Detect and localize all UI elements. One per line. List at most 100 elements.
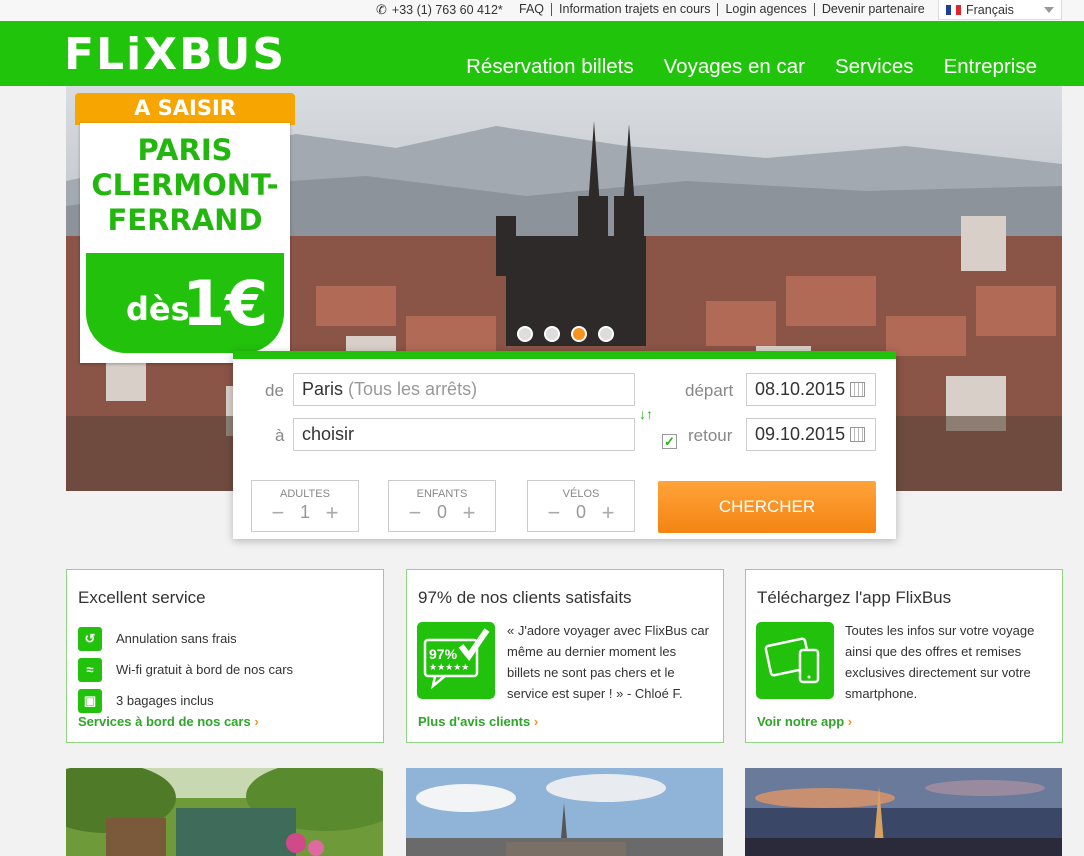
calendar-icon[interactable] <box>850 382 865 397</box>
link-become-partner[interactable]: Devenir partenaire <box>813 3 932 16</box>
adults-value: 1 <box>299 502 310 522</box>
promo-city-2a: CLERMONT- <box>91 168 279 202</box>
departure-label: départ <box>685 381 734 400</box>
search-button[interactable]: CHERCHER <box>658 481 876 533</box>
feature-item: ↺ Annulation sans frais <box>78 623 293 654</box>
main-header: FLiXBUS Réservation billets Voyages en c… <box>0 21 1084 86</box>
promo-route: PARIS CLERMONT- FERRAND <box>80 133 290 238</box>
departure-date-input[interactable]: 08.10.2015 <box>746 373 876 406</box>
return-date: 09.10.2015 <box>755 424 846 444</box>
from-label: de <box>265 381 284 400</box>
adults-plus-button[interactable]: + <box>324 501 340 523</box>
promo-city-1: PARIS <box>137 133 233 167</box>
language-selector[interactable]: Français <box>938 0 1062 20</box>
from-hint: (Tous les arrêts) <box>348 379 478 399</box>
promo-price: dès 1€ <box>86 253 284 353</box>
adults-counter: ADULTES − 1 + <box>251 480 359 532</box>
luggage-icon: ▣ <box>78 688 102 713</box>
chevron-right-icon: › <box>254 714 259 729</box>
phone-number: +33 (1) 763 60 412* <box>391 3 503 17</box>
bikes-value: 0 <box>575 502 586 522</box>
promo-amount: 1€ <box>182 267 269 340</box>
from-input[interactable]: Paris (Tous les arrêts) <box>293 373 635 406</box>
children-label: ENFANTS <box>416 488 468 500</box>
nav-entreprise[interactable]: Entreprise <box>944 55 1037 79</box>
rating-percent: 97% <box>429 646 458 662</box>
carousel-dot-1[interactable] <box>517 326 533 342</box>
service-card: Excellent service ↺ Annulation sans frai… <box>66 569 384 743</box>
utility-bar: ✆ +33 (1) 763 60 412* FAQ Information tr… <box>0 0 1084 21</box>
destination-thumbnail-bordeaux[interactable] <box>745 768 1062 856</box>
phone-contact[interactable]: ✆ +33 (1) 763 60 412* <box>376 2 503 18</box>
services-link[interactable]: Services à bord de nos cars › <box>78 714 259 729</box>
feature-item: ≈ Wi-fi gratuit à bord de nos cars <box>78 654 293 685</box>
phone-icon: ✆ <box>376 2 387 17</box>
return-label: retour <box>688 426 733 445</box>
main-nav: Réservation billets Voyages en car Servi… <box>466 55 1037 79</box>
feature-text: 3 bagages inclus <box>116 693 214 708</box>
rating-stars: ★★★★★ <box>429 662 470 672</box>
devices-icon <box>756 622 834 699</box>
from-value: Paris <box>302 379 344 399</box>
to-label: à <box>275 426 285 445</box>
promo-ribbon: A SAISIR <box>75 93 295 125</box>
utility-links: FAQ Information trajets en cours Login a… <box>519 2 932 16</box>
promo-city-2b: FERRAND <box>107 203 263 237</box>
wifi-icon: ≈ <box>78 657 102 682</box>
chevron-right-icon: › <box>533 714 539 729</box>
app-description: Toutes les infos sur votre voyage ainsi … <box>845 623 1035 701</box>
app-card: Téléchargez l'app FlixBus Toutes les inf… <box>745 569 1063 743</box>
bikes-plus-button[interactable]: + <box>600 501 616 523</box>
bikes-label: VÉLOS <box>562 488 600 500</box>
carousel-dot-3[interactable] <box>571 326 587 342</box>
bikes-counter: VÉLOS − 0 + <box>527 480 635 532</box>
search-panel: de Paris (Tous les arrêts) à choisir ↓↑ … <box>233 351 896 539</box>
carousel-dots <box>517 326 614 342</box>
children-counter: ENFANTS − 0 + <box>388 480 496 532</box>
return-date-input[interactable]: 09.10.2015 <box>746 418 876 451</box>
promo-from: dès <box>126 290 190 328</box>
destination-thumbnail-brussels[interactable] <box>406 768 723 856</box>
bikes-minus-button[interactable]: − <box>546 501 562 523</box>
children-plus-button[interactable]: + <box>461 501 477 523</box>
link-agency-login[interactable]: Login agences <box>717 3 813 16</box>
feature-text: Annulation sans frais <box>116 631 237 646</box>
app-link[interactable]: Voir notre app › <box>757 714 852 729</box>
reviews-card: 97% de nos clients satisfaits 97% ★★★★★ … <box>406 569 724 743</box>
promo-badge[interactable]: A SAISIR PARIS CLERMONT- FERRAND dès 1€ <box>74 93 296 365</box>
flixbus-logo[interactable]: FLiXBUS <box>64 31 286 79</box>
link-trip-info[interactable]: Information trajets en cours <box>551 3 717 16</box>
carousel-dot-2[interactable] <box>544 326 560 342</box>
departure-date: 08.10.2015 <box>755 379 846 399</box>
language-label: Français <box>966 2 1014 17</box>
swap-arrows-icon[interactable]: ↓↑ <box>639 406 653 422</box>
destination-thumbnail-amsterdam[interactable] <box>66 768 383 856</box>
carousel-dot-4[interactable] <box>598 326 614 342</box>
services-link-label: Services à bord de nos cars <box>78 714 251 729</box>
return-checkbox[interactable]: ✓ <box>662 434 677 449</box>
service-card-title: Excellent service <box>78 588 206 607</box>
reviews-card-title: 97% de nos clients satisfaits <box>418 588 632 607</box>
app-card-title: Téléchargez l'app FlixBus <box>757 588 952 607</box>
link-faq[interactable]: FAQ <box>519 3 551 16</box>
to-input[interactable]: choisir <box>293 418 635 451</box>
chevron-down-icon <box>1044 7 1054 13</box>
adults-minus-button[interactable]: − <box>270 501 286 523</box>
feature-item: ▣ 3 bagages inclus <box>78 685 293 716</box>
children-minus-button[interactable]: − <box>407 501 423 523</box>
reviews-link-label: Plus d'avis clients <box>418 714 531 729</box>
nav-reservation[interactable]: Réservation billets <box>466 55 634 79</box>
rating-badge-icon: 97% ★★★★★ <box>417 622 495 699</box>
cancel-icon: ↺ <box>78 626 102 651</box>
to-value: choisir <box>302 424 355 444</box>
reviews-link[interactable]: Plus d'avis clients › <box>418 714 538 729</box>
nav-voyages[interactable]: Voyages en car <box>664 55 805 79</box>
calendar-icon[interactable] <box>850 427 865 442</box>
nav-services[interactable]: Services <box>835 55 914 79</box>
feature-text: Wi-fi gratuit à bord de nos cars <box>116 662 294 677</box>
france-flag-icon <box>946 4 961 15</box>
children-value: 0 <box>436 502 447 522</box>
adults-label: ADULTES <box>280 488 330 500</box>
app-link-label: Voir notre app <box>757 714 845 729</box>
review-quote: « J'adore voyager avec FlixBus car même … <box>507 623 709 701</box>
